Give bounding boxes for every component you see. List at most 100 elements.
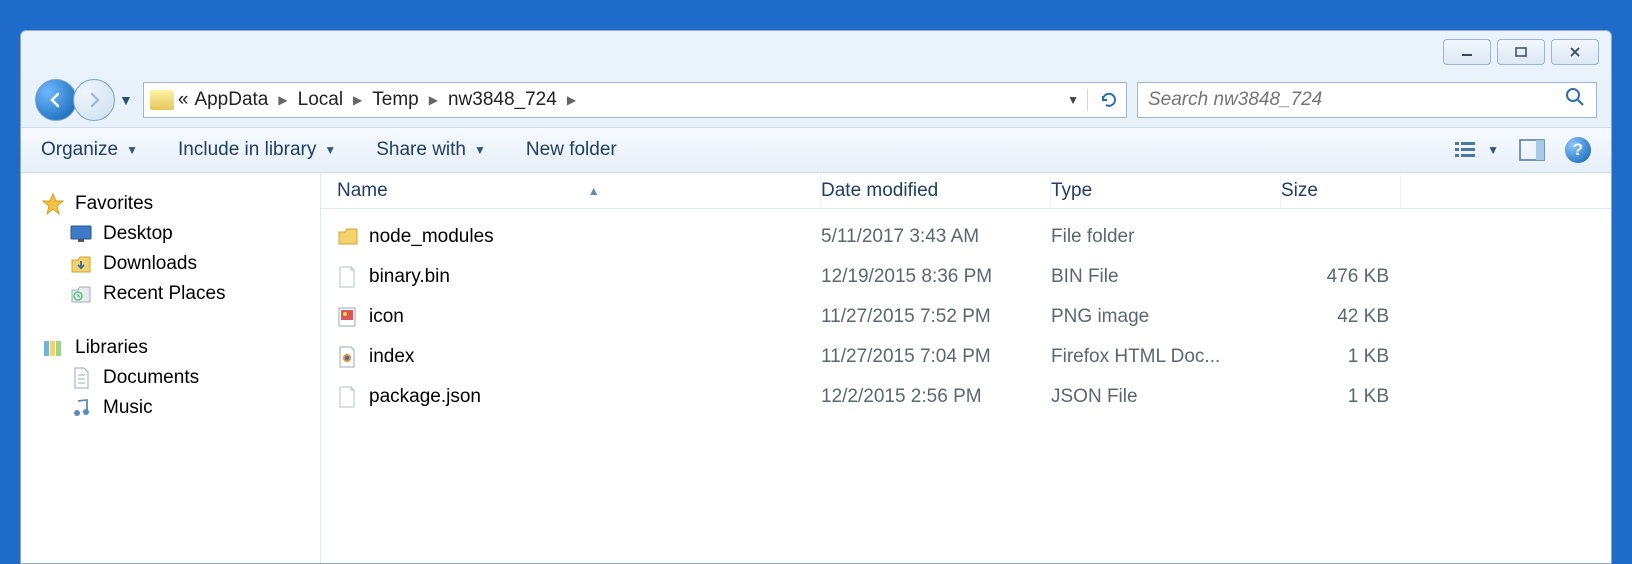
downloads-icon [69, 253, 93, 275]
music-icon [69, 397, 93, 419]
search-input[interactable] [1148, 89, 1564, 111]
maximize-button[interactable] [1497, 39, 1545, 65]
titlebar [21, 31, 1611, 73]
chevron-down-icon: ▼ [1487, 143, 1499, 157]
sidebar-item-recent[interactable]: Recent Places [21, 279, 320, 309]
sidebar-libraries-header[interactable]: Libraries [21, 333, 320, 363]
sidebar: Favorites Desktop Downloads [21, 173, 321, 563]
search-bar[interactable] [1137, 82, 1597, 118]
sidebar-item-label: Downloads [103, 253, 197, 275]
column-date-label: Date modified [821, 180, 938, 202]
help-icon: ? [1573, 140, 1583, 160]
toolbar: Organize ▼ Include in library ▼ Share wi… [21, 127, 1611, 173]
file-date: 11/27/2015 7:04 PM [821, 346, 1051, 368]
file-pane: Name ▲ Date modified Type Size node_modu… [321, 173, 1611, 563]
sidebar-item-label: Documents [103, 367, 199, 389]
folder-icon [150, 90, 174, 110]
file-name: package.json [369, 386, 481, 408]
chevron-down-icon: ▼ [126, 143, 138, 157]
file-name: icon [369, 306, 404, 328]
file-icon [337, 346, 359, 368]
chevron-right-icon[interactable]: ▶ [274, 93, 291, 107]
file-date: 11/27/2015 7:52 PM [821, 306, 1051, 328]
breadcrumb-item[interactable]: AppData [194, 89, 268, 111]
file-name: index [369, 346, 414, 368]
include-label: Include in library [178, 139, 316, 161]
column-type[interactable]: Type [1051, 173, 1281, 208]
chevron-right-icon[interactable]: ▶ [563, 93, 580, 107]
include-library-menu[interactable]: Include in library ▼ [178, 139, 336, 161]
refresh-button[interactable] [1087, 89, 1120, 111]
organize-menu[interactable]: Organize ▼ [41, 139, 138, 161]
breadcrumb-item[interactable]: nw3848_724 [448, 89, 557, 111]
file-type: JSON File [1051, 386, 1281, 408]
file-type: Firefox HTML Doc... [1051, 346, 1281, 368]
file-type: File folder [1051, 226, 1281, 248]
share-label: Share with [376, 139, 466, 161]
new-folder-button[interactable]: New folder [526, 139, 617, 161]
file-date: 12/2/2015 2:56 PM [821, 386, 1051, 408]
sidebar-favorites-header[interactable]: Favorites [21, 189, 320, 219]
file-row[interactable]: binary.bin12/19/2015 8:36 PMBIN File476 … [321, 257, 1611, 297]
file-row[interactable]: package.json 12/2/2015 2:56 PMJSON File1 … [321, 377, 1611, 417]
chevron-down-icon: ▼ [474, 143, 486, 157]
file-row[interactable]: icon 11/27/2015 7:52 PMPNG image42 KB [321, 297, 1611, 337]
address-bar[interactable]: « AppData ▶ Local ▶ Temp ▶ nw3848_724 ▶ … [143, 82, 1127, 118]
close-button[interactable] [1551, 39, 1599, 65]
column-name[interactable]: Name ▲ [321, 173, 821, 208]
file-date: 12/19/2015 8:36 PM [821, 266, 1051, 288]
file-size: 1 KB [1281, 346, 1401, 368]
preview-pane-button[interactable] [1519, 139, 1545, 161]
refresh-icon [1098, 89, 1120, 111]
sort-ascending-icon: ▲ [588, 184, 600, 198]
column-name-label: Name [337, 180, 388, 202]
desktop-icon [69, 223, 93, 245]
nav-buttons: ▼ [35, 79, 133, 121]
file-icon [337, 226, 359, 248]
organize-label: Organize [41, 139, 118, 161]
sidebar-item-label: Recent Places [103, 283, 226, 305]
back-button[interactable] [35, 79, 77, 121]
share-with-menu[interactable]: Share with ▼ [376, 139, 486, 161]
explorer-window: ▼ « AppData ▶ Local ▶ Temp ▶ nw3848_724 … [20, 30, 1612, 564]
search-icon[interactable] [1564, 86, 1586, 114]
sidebar-item-desktop[interactable]: Desktop [21, 219, 320, 249]
chevron-down-icon: ▼ [324, 143, 336, 157]
breadcrumb-item[interactable]: Temp [372, 89, 418, 111]
file-name: binary.bin [369, 266, 450, 288]
content-area: Favorites Desktop Downloads [21, 173, 1611, 563]
libraries-label: Libraries [75, 337, 148, 359]
file-list: node_modules5/11/2017 3:43 AMFile folder… [321, 209, 1611, 425]
nav-history-dropdown[interactable]: ▼ [119, 92, 133, 108]
breadcrumb-prefix[interactable]: « [178, 89, 189, 111]
sidebar-item-documents[interactable]: Documents [21, 363, 320, 393]
libraries-icon [41, 337, 65, 359]
file-size: 42 KB [1281, 306, 1401, 328]
sidebar-item-downloads[interactable]: Downloads [21, 249, 320, 279]
breadcrumb-item[interactable]: Local [298, 89, 343, 111]
favorites-label: Favorites [75, 193, 153, 215]
star-icon [41, 193, 65, 215]
file-type: PNG image [1051, 306, 1281, 328]
column-size[interactable]: Size [1281, 173, 1401, 208]
documents-icon [69, 367, 93, 389]
address-dropdown[interactable]: ▼ [1067, 93, 1079, 107]
forward-button[interactable] [73, 79, 115, 121]
file-row[interactable]: index 11/27/2015 7:04 PMFirefox HTML Doc.… [321, 337, 1611, 377]
help-button[interactable]: ? [1565, 137, 1591, 163]
column-type-label: Type [1051, 180, 1092, 202]
column-date[interactable]: Date modified [821, 173, 1051, 208]
file-icon [337, 306, 359, 328]
file-name: node_modules [369, 226, 494, 248]
nav-row: ▼ « AppData ▶ Local ▶ Temp ▶ nw3848_724 … [21, 73, 1611, 127]
sidebar-item-music[interactable]: Music [21, 393, 320, 423]
chevron-right-icon[interactable]: ▶ [349, 93, 366, 107]
pane-icon [1519, 139, 1545, 161]
view-options-button[interactable]: ▼ [1455, 140, 1499, 160]
file-size: 1 KB [1281, 386, 1401, 408]
minimize-button[interactable] [1443, 39, 1491, 65]
breadcrumb: « AppData ▶ Local ▶ Temp ▶ nw3848_724 ▶ [178, 89, 580, 111]
file-row[interactable]: node_modules5/11/2017 3:43 AMFile folder [321, 217, 1611, 257]
chevron-right-icon[interactable]: ▶ [425, 93, 442, 107]
window-controls [1443, 39, 1599, 65]
